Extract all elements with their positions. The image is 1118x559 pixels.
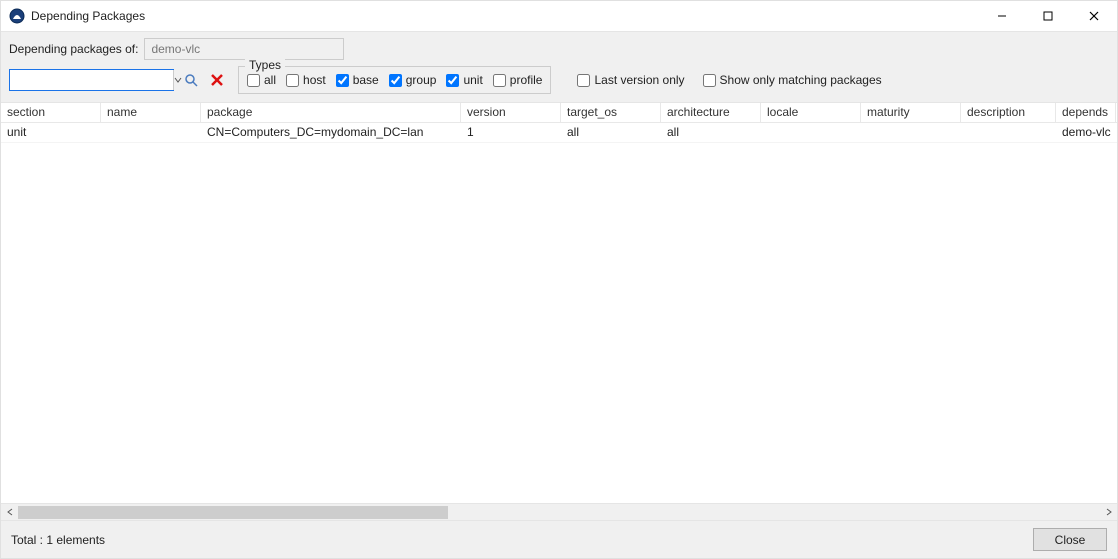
window: Depending Packages Depending packages of… bbox=[0, 0, 1118, 559]
chevron-down-icon[interactable] bbox=[173, 70, 182, 90]
last-version-only-checkbox[interactable]: Last version only bbox=[577, 73, 684, 87]
clear-filter-icon[interactable] bbox=[208, 71, 226, 89]
grid-body: unit CN=Computers_DC=mydomain_DC=lan 1 a… bbox=[1, 123, 1117, 503]
horizontal-scrollbar[interactable] bbox=[1, 503, 1117, 520]
filter-input[interactable] bbox=[10, 70, 173, 90]
table-row[interactable]: unit CN=Computers_DC=mydomain_DC=lan 1 a… bbox=[1, 123, 1117, 143]
col-header-description[interactable]: description bbox=[961, 103, 1056, 122]
status-label: Total : 1 elements bbox=[11, 533, 105, 547]
close-button[interactable]: Close bbox=[1033, 528, 1107, 551]
types-fieldset: Types all host base group unit profile bbox=[238, 66, 551, 94]
footer: Total : 1 elements Close bbox=[1, 520, 1117, 558]
col-header-version[interactable]: version bbox=[461, 103, 561, 122]
cell-name bbox=[101, 123, 201, 142]
scroll-left-arrow-icon[interactable] bbox=[1, 504, 18, 521]
cell-depends: demo-vlc bbox=[1056, 123, 1116, 142]
col-header-locale[interactable]: locale bbox=[761, 103, 861, 122]
scroll-track[interactable] bbox=[18, 504, 1100, 521]
minimize-button[interactable] bbox=[979, 1, 1025, 31]
col-header-package[interactable]: package bbox=[201, 103, 461, 122]
close-window-button[interactable] bbox=[1071, 1, 1117, 31]
scroll-thumb[interactable] bbox=[18, 506, 448, 519]
cell-section: unit bbox=[1, 123, 101, 142]
type-base-checkbox[interactable]: base bbox=[336, 73, 379, 87]
grid: section name package version target_os a… bbox=[1, 103, 1117, 520]
col-header-depends[interactable]: depends bbox=[1056, 103, 1116, 122]
search-icon[interactable] bbox=[182, 71, 200, 89]
col-header-section[interactable]: section bbox=[1, 103, 101, 122]
cell-maturity bbox=[861, 123, 961, 142]
toolbar: Depending packages of: Types all host ba… bbox=[1, 31, 1117, 103]
col-header-name[interactable]: name bbox=[101, 103, 201, 122]
col-header-architecture[interactable]: architecture bbox=[661, 103, 761, 122]
cell-target-os: all bbox=[561, 123, 661, 142]
grid-header: section name package version target_os a… bbox=[1, 103, 1117, 123]
type-profile-checkbox[interactable]: profile bbox=[493, 73, 543, 87]
titlebar: Depending Packages bbox=[1, 1, 1117, 31]
type-unit-checkbox[interactable]: unit bbox=[446, 73, 482, 87]
window-title: Depending Packages bbox=[31, 9, 145, 23]
cell-package: CN=Computers_DC=mydomain_DC=lan bbox=[201, 123, 461, 142]
type-all-checkbox[interactable]: all bbox=[247, 73, 276, 87]
cell-description bbox=[961, 123, 1056, 142]
depending-package-input bbox=[144, 38, 344, 60]
depending-label: Depending packages of: bbox=[9, 42, 138, 56]
cell-version: 1 bbox=[461, 123, 561, 142]
scroll-right-arrow-icon[interactable] bbox=[1100, 504, 1117, 521]
type-group-checkbox[interactable]: group bbox=[389, 73, 437, 87]
cell-architecture: all bbox=[661, 123, 761, 142]
types-legend: Types bbox=[245, 58, 285, 72]
app-icon bbox=[9, 8, 25, 24]
show-matching-checkbox[interactable]: Show only matching packages bbox=[703, 73, 882, 87]
type-host-checkbox[interactable]: host bbox=[286, 73, 326, 87]
maximize-button[interactable] bbox=[1025, 1, 1071, 31]
cell-locale bbox=[761, 123, 861, 142]
col-header-target-os[interactable]: target_os bbox=[561, 103, 661, 122]
col-header-maturity[interactable]: maturity bbox=[861, 103, 961, 122]
filter-combo[interactable] bbox=[9, 69, 174, 91]
